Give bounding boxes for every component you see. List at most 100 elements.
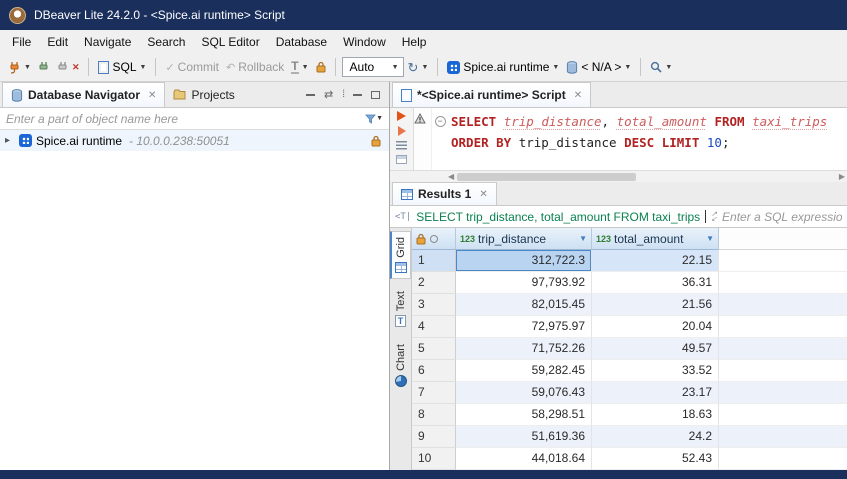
object-name-filter[interactable]: Enter a part of object name here ▼ — [0, 108, 389, 130]
scroll-left-icon[interactable]: ◀ — [448, 173, 454, 181]
cell-trip-distance[interactable]: 97,793.92 — [456, 272, 592, 294]
cell-total-amount[interactable]: 33.52 — [592, 360, 719, 382]
menu-navigate[interactable]: Navigate — [76, 32, 139, 52]
menu-help[interactable]: Help — [394, 32, 435, 52]
active-schema-selector[interactable]: < N/A > ▼ — [563, 58, 634, 76]
chevron-right-icon[interactable]: ▸ — [5, 135, 15, 146]
menu-file[interactable]: File — [4, 32, 39, 52]
column-header-trip-distance[interactable]: 123 trip_distance ▼ — [456, 228, 592, 250]
annotation-ruler — [414, 108, 432, 170]
sort-desc-icon[interactable]: ▼ — [706, 234, 714, 243]
scrollbar-thumb[interactable] — [457, 173, 636, 181]
results-area: Grid Text T Chart — [390, 228, 847, 470]
column-header-total-amount[interactable]: 123 total_amount ▼ — [592, 228, 719, 250]
cell-total-amount[interactable]: 23.17 — [592, 382, 719, 404]
cell-trip-distance[interactable]: 59,076.43 — [456, 382, 592, 404]
menu-search[interactable]: Search — [139, 32, 193, 52]
transaction-mode-button[interactable]: T ▼ — [288, 59, 311, 76]
toolbar-separator — [437, 58, 438, 76]
commit-mode-combo[interactable]: Auto ▼ — [342, 57, 404, 77]
scroll-right-icon[interactable]: ▶ — [839, 173, 845, 181]
rollback-button[interactable]: ↶ Rollback — [223, 58, 287, 76]
connect-button[interactable] — [35, 59, 53, 75]
cell-trip-distance[interactable]: 58,298.51 — [456, 404, 592, 426]
row-number-cell[interactable]: 8 — [412, 404, 456, 426]
sort-desc-icon[interactable]: ▼ — [579, 234, 587, 243]
grid-corner-cell[interactable] — [412, 228, 456, 250]
cell-total-amount[interactable]: 52.43 — [592, 448, 719, 470]
title-bar[interactable]: DBeaver Lite 24.2.0 - <Spice.ai runtime>… — [0, 0, 847, 30]
sql-code-line[interactable]: SELECT trip_distance, total_amount FROM … — [451, 111, 843, 132]
active-connection-selector[interactable]: Spice.ai runtime ▼ — [444, 58, 562, 76]
sql-code-line[interactable]: ORDER BY trip_distance DESC LIMIT 10; — [451, 132, 843, 153]
execute-statement-icon[interactable] — [397, 111, 406, 121]
cell-total-amount[interactable]: 24.2 — [592, 426, 719, 448]
tab-results-1[interactable]: Results 1 ✕ — [392, 182, 497, 205]
commit-button[interactable]: ✓ Commit — [162, 58, 222, 76]
sql-code-area[interactable]: SELECT trip_distance, total_amount FROM … — [448, 108, 847, 170]
filter-settings-button[interactable]: ▼ — [365, 114, 383, 124]
results-filter-bar[interactable]: <T| SELECT trip_distance, total_amount F… — [390, 206, 847, 228]
database-icon — [566, 61, 578, 74]
row-number-cell[interactable]: 1 — [412, 250, 456, 272]
cell-total-amount[interactable]: 21.56 — [592, 294, 719, 316]
menu-sql-editor[interactable]: SQL Editor — [193, 32, 267, 52]
editor-hscrollbar[interactable]: ◀ ▶ — [390, 170, 847, 182]
new-connection-button[interactable]: ▼ — [5, 59, 34, 76]
collapse-block-icon[interactable]: − — [435, 116, 446, 127]
navigator-tree: ▸ Spice.ai runtime - 10.0.0.238:50051 — [0, 130, 389, 470]
row-number-cell[interactable]: 2 — [412, 272, 456, 294]
expand-filter-icon[interactable]: ↗↙ — [711, 212, 717, 222]
cell-trip-distance[interactable]: 51,619.36 — [456, 426, 592, 448]
tab-grid[interactable]: Grid — [390, 231, 411, 279]
cell-filler — [719, 294, 847, 316]
cell-total-amount[interactable]: 18.63 — [592, 404, 719, 426]
cell-trip-distance[interactable]: 44,018.64 — [456, 448, 592, 470]
menu-database[interactable]: Database — [268, 32, 335, 52]
tab-projects[interactable]: Projects — [165, 82, 242, 107]
chart-icon — [395, 375, 407, 387]
tab-sql-script[interactable]: *<Spice.ai runtime> Script ✕ — [392, 82, 591, 107]
disconnect-button[interactable]: ✕ — [54, 59, 83, 75]
minimize-icon[interactable] — [353, 94, 362, 96]
close-icon[interactable]: ✕ — [574, 90, 582, 101]
row-number-cell[interactable]: 3 — [412, 294, 456, 316]
cell-total-amount[interactable]: 22.15 — [592, 250, 719, 272]
cell-total-amount[interactable]: 20.04 — [592, 316, 719, 338]
view-menu-icon[interactable]: ⁞ — [342, 89, 344, 100]
cell-trip-distance[interactable]: 72,975.97 — [456, 316, 592, 338]
tab-chart[interactable]: Chart — [390, 339, 411, 392]
maximize-icon[interactable] — [371, 91, 380, 99]
row-number-cell[interactable]: 7 — [412, 382, 456, 404]
menu-edit[interactable]: Edit — [39, 32, 76, 52]
execute-new-tab-icon[interactable] — [398, 126, 406, 136]
export-data-icon[interactable] — [396, 155, 407, 164]
row-number-cell[interactable]: 4 — [412, 316, 456, 338]
collapse-all-icon[interactable] — [306, 94, 315, 96]
row-number-cell[interactable]: 6 — [412, 360, 456, 382]
cell-total-amount[interactable]: 36.31 — [592, 272, 719, 294]
execute-script-icon[interactable] — [396, 141, 407, 150]
cell-trip-distance[interactable]: 82,015.45 — [456, 294, 592, 316]
cell-trip-distance[interactable]: 312,722.3 — [456, 250, 592, 272]
refresh-button[interactable]: ↻ ▼ — [405, 59, 432, 76]
tree-item-connection[interactable]: ▸ Spice.ai runtime - 10.0.0.238:50051 — [0, 130, 389, 151]
close-icon[interactable]: ✕ — [479, 189, 487, 200]
chevron-down-icon: ▼ — [24, 64, 31, 71]
search-button[interactable]: ▼ — [647, 59, 675, 75]
new-sql-editor-button[interactable]: SQL ▼ — [95, 58, 149, 76]
menu-window[interactable]: Window — [335, 32, 394, 52]
close-icon[interactable]: ✕ — [148, 90, 156, 101]
cell-trip-distance[interactable]: 59,282.45 — [456, 360, 592, 382]
link-editor-icon[interactable]: ⇄ — [324, 88, 333, 101]
row-number-cell[interactable]: 9 — [412, 426, 456, 448]
cell-total-amount[interactable]: 49.57 — [592, 338, 719, 360]
row-number-cell[interactable]: 10 — [412, 448, 456, 470]
row-number-cell[interactable]: 5 — [412, 338, 456, 360]
tab-text[interactable]: Text T — [390, 286, 411, 332]
transaction-lock-button[interactable] — [313, 59, 329, 75]
grid-icon — [401, 189, 413, 200]
cell-trip-distance[interactable]: 71,752.26 — [456, 338, 592, 360]
tab-database-navigator[interactable]: Database Navigator ✕ — [2, 82, 165, 107]
custom-filter-icon[interactable]: <T| — [395, 212, 411, 222]
